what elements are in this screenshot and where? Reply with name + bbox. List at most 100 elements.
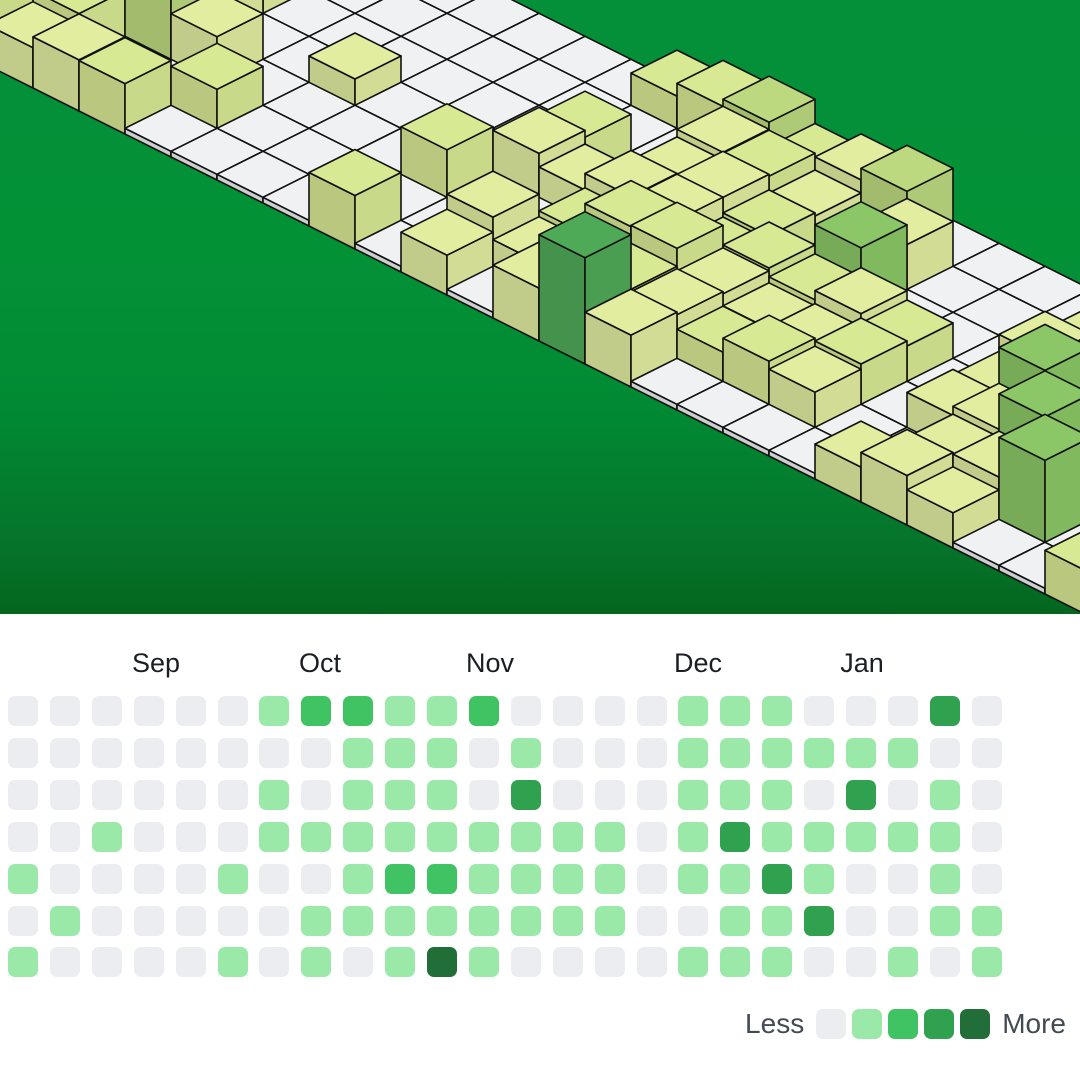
contribution-cell[interactable] [427,947,457,978]
contribution-cell[interactable] [49,737,80,768]
contribution-cell[interactable] [133,696,164,726]
contribution-cell[interactable] [636,905,667,936]
contribution-cell[interactable] [762,905,793,936]
contribution-cell[interactable] [133,947,164,978]
contribution-cell[interactable] [887,737,918,768]
contribution-cell[interactable] [49,821,80,852]
contribution-cell[interactable] [301,947,332,978]
contribution-cell[interactable] [343,947,374,978]
contribution-cell[interactable] [133,863,164,894]
contribution-cell[interactable] [971,863,1002,894]
contribution-cell[interactable] [217,696,248,726]
contribution-cell[interactable] [846,863,876,894]
skyline-3d-scene[interactable] [0,0,1080,614]
contribution-cell[interactable] [804,737,835,768]
contribution-cell[interactable] [929,821,960,852]
contribution-cell[interactable] [91,821,122,852]
contribution-cell[interactable] [217,779,248,810]
contribution-cell[interactable] [846,779,876,810]
contribution-cell[interactable] [343,696,374,726]
contribution-cell[interactable] [259,905,290,936]
contribution-cell[interactable] [427,863,457,894]
contribution-cell[interactable] [720,821,751,852]
contribution-cell[interactable] [929,947,960,978]
contribution-cell[interactable] [510,737,541,768]
contribution-cell[interactable] [91,779,122,810]
contribution-cell[interactable] [427,696,457,726]
contribution-cell[interactable] [510,696,541,726]
contribution-cell[interactable] [636,947,667,978]
contribution-cell[interactable] [762,863,793,894]
contribution-cell[interactable] [846,696,876,726]
contribution-cell[interactable] [217,905,248,936]
contribution-cell[interactable] [594,947,625,978]
contribution-cell[interactable] [175,863,206,894]
contribution-cell[interactable] [846,905,876,936]
contribution-cell[interactable] [678,696,709,726]
contribution-cell[interactable] [636,737,667,768]
contribution-cell[interactable] [887,863,918,894]
contribution-cell[interactable] [385,821,416,852]
contribution-cell[interactable] [343,737,374,768]
contribution-cell[interactable] [971,821,1002,852]
contribution-cell[interactable] [720,863,751,894]
contribution-cell[interactable] [804,821,835,852]
contribution-cell[interactable] [217,737,248,768]
contribution-cell[interactable] [552,779,583,810]
contribution-cell[interactable] [301,779,332,810]
contribution-cell[interactable] [427,905,457,936]
contribution-cell[interactable] [929,905,960,936]
contribution-cell[interactable] [468,696,499,726]
contribution-cell[interactable] [133,905,164,936]
contribution-cell[interactable] [301,821,332,852]
contribution-cell[interactable] [217,821,248,852]
contribution-cell[interactable] [385,779,416,810]
contribution-cell[interactable] [259,737,290,768]
contribution-cell[interactable] [385,947,416,978]
contribution-cell[interactable] [91,696,122,726]
contribution-cell[interactable] [301,737,332,768]
contribution-cell[interactable] [762,947,793,978]
contribution-cell[interactable] [8,696,38,726]
contribution-cell[interactable] [49,905,80,936]
contribution-cell[interactable] [175,905,206,936]
contribution-cell[interactable] [804,905,835,936]
contribution-cell[interactable] [846,821,876,852]
contribution-cell[interactable] [720,947,751,978]
contribution-cell[interactable] [385,863,416,894]
contribution-cell[interactable] [175,821,206,852]
contribution-cell[interactable] [762,737,793,768]
contribution-cell[interactable] [804,696,835,726]
contribution-cell[interactable] [49,779,80,810]
contribution-cell[interactable] [468,863,499,894]
contribution-cell[interactable] [971,905,1002,936]
contribution-cell[interactable] [678,737,709,768]
contribution-cell[interactable] [8,779,38,810]
contribution-cell[interactable] [887,696,918,726]
contribution-cell[interactable] [91,947,122,978]
contribution-cell[interactable] [468,905,499,936]
contribution-cell[interactable] [385,905,416,936]
contribution-cell[interactable] [552,821,583,852]
contribution-cell[interactable] [91,905,122,936]
contribution-cell[interactable] [594,863,625,894]
contribution-cell[interactable] [8,905,38,936]
contribution-cell[interactable] [678,779,709,810]
contribution-cell[interactable] [468,947,499,978]
contribution-cell[interactable] [552,947,583,978]
contribution-cell[interactable] [49,696,80,726]
contribution-cell[interactable] [636,821,667,852]
contribution-cell[interactable] [594,737,625,768]
contribution-cell[interactable] [636,696,667,726]
contribution-cell[interactable] [804,947,835,978]
contribution-cell[interactable] [929,863,960,894]
contribution-cell[interactable] [887,779,918,810]
contribution-cell[interactable] [762,779,793,810]
contribution-cell[interactable] [762,821,793,852]
contribution-cell[interactable] [971,779,1002,810]
contribution-cell[interactable] [468,821,499,852]
contribution-cell[interactable] [343,821,374,852]
contribution-cell[interactable] [846,947,876,978]
contribution-grid[interactable] [0,692,1080,992]
contribution-cell[interactable] [678,821,709,852]
